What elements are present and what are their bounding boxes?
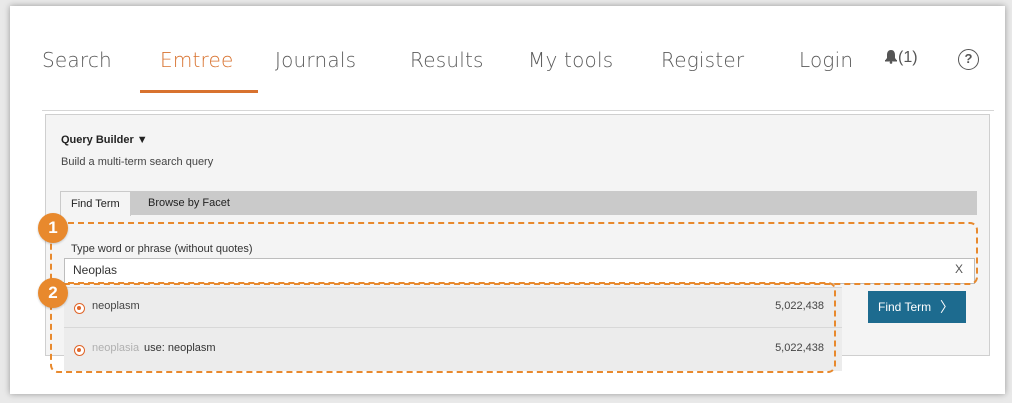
callout-badge-2: 2 bbox=[38, 278, 68, 308]
tab-bar: Find Term Browse by Facet bbox=[60, 191, 977, 216]
query-builder-subtitle: Build a multi-term search query bbox=[61, 156, 214, 168]
nav-my-tools[interactable]: My tools bbox=[528, 48, 613, 72]
top-nav: Search Emtree Journals Results My tools … bbox=[10, 6, 1005, 110]
nav-journals[interactable]: Journals bbox=[275, 48, 356, 72]
chevron-right-icon: 〉 bbox=[940, 299, 954, 315]
active-tab-underline bbox=[140, 90, 258, 93]
nav-register[interactable]: Register bbox=[661, 48, 744, 72]
nav-divider bbox=[42, 110, 994, 111]
callout-badge-1: 1 bbox=[38, 213, 68, 243]
notification-count: (1) bbox=[898, 49, 918, 66]
query-builder-title[interactable]: Query Builder ▼ bbox=[61, 134, 148, 146]
nav-login[interactable]: Login bbox=[799, 48, 853, 72]
find-term-button[interactable]: Find Term 〉 bbox=[868, 291, 966, 323]
tab-browse-by-facet[interactable]: Browse by Facet bbox=[138, 191, 240, 215]
nav-emtree[interactable]: Emtree bbox=[160, 48, 234, 72]
callout-box-2 bbox=[50, 282, 836, 373]
nav-search[interactable]: Search bbox=[42, 48, 112, 72]
bell-icon bbox=[885, 50, 897, 64]
nav-results[interactable]: Results bbox=[410, 48, 484, 72]
help-icon[interactable]: ? bbox=[958, 49, 979, 70]
callout-box-1 bbox=[50, 222, 978, 285]
find-term-label: Find Term bbox=[878, 300, 932, 314]
tab-find-term[interactable]: Find Term bbox=[60, 191, 131, 216]
notifications-button[interactable]: (1) bbox=[884, 49, 924, 71]
